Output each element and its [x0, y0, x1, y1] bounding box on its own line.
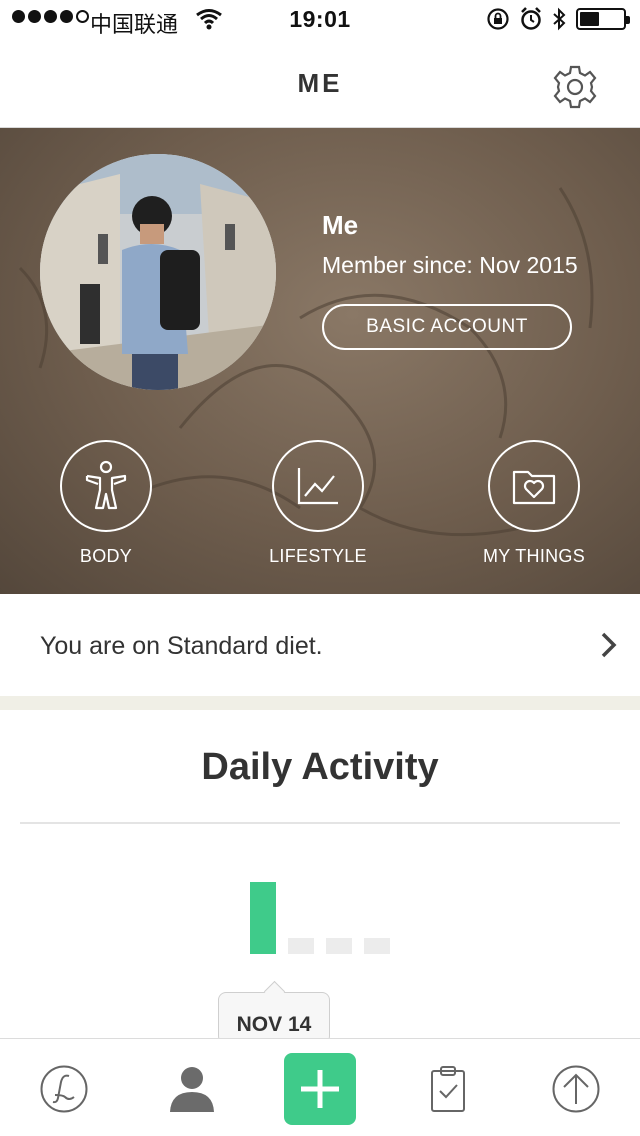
tab-plans[interactable]: [412, 1053, 484, 1125]
chart-bar[interactable]: [288, 938, 314, 954]
date-tooltip: NOV 14: [218, 992, 330, 1044]
lifesum-logo-icon: [40, 1065, 88, 1113]
upload-arrow-icon: [552, 1065, 600, 1113]
line-chart-icon: [297, 468, 338, 505]
profile-name: Me: [322, 210, 359, 240]
nav-bar: ME: [0, 40, 640, 128]
basic-account-button[interactable]: BASIC ACCOUNT: [322, 304, 572, 350]
avatar[interactable]: [40, 154, 276, 390]
chart-bar[interactable]: [250, 882, 276, 954]
battery-icon: [576, 8, 630, 30]
lifestyle-button[interactable]: LIFESTYLE: [228, 440, 408, 567]
body-button[interactable]: BODY: [16, 440, 196, 567]
section-divider: [0, 696, 640, 710]
diet-text: You are on Standard diet.: [40, 632, 323, 660]
section-title: Daily Activity: [201, 746, 439, 788]
gear-icon[interactable]: [552, 64, 598, 110]
activity-chart[interactable]: [250, 882, 400, 976]
person-icon: [170, 1067, 214, 1112]
rotation-lock-icon: [487, 8, 509, 30]
my-things-button[interactable]: MY THINGS: [444, 440, 624, 567]
tab-me[interactable]: [156, 1053, 228, 1125]
clipboard-check-icon: [431, 1066, 465, 1112]
lifestyle-label: LIFESTYLE: [269, 546, 367, 566]
body-figure-icon: [85, 460, 127, 510]
status-bar: 中国联通 19:01: [0, 0, 640, 40]
plus-icon: [301, 1070, 339, 1108]
bluetooth-icon: [553, 7, 566, 31]
body-label: BODY: [79, 546, 133, 566]
divider: [20, 822, 620, 824]
tab-upgrade[interactable]: [540, 1053, 612, 1125]
add-button[interactable]: [284, 1053, 356, 1125]
diet-row[interactable]: You are on Standard diet.: [0, 594, 640, 696]
chevron-right-icon: [601, 632, 617, 658]
profile-header: Me Member since: Nov 2015 BASIC ACCOUNT …: [0, 128, 640, 594]
my-things-label: MY THINGS: [482, 546, 586, 566]
daily-activity-section: Daily Activity NOV 14: [0, 710, 640, 1044]
tab-diary[interactable]: [28, 1053, 100, 1125]
selected-date: NOV 14: [236, 1013, 312, 1036]
heart-folder-icon: [512, 470, 556, 505]
alarm-icon: [521, 7, 541, 30]
chart-bar[interactable]: [326, 938, 352, 954]
chart-bar[interactable]: [364, 938, 390, 954]
member-since: Member since: Nov 2015: [322, 252, 578, 278]
page-title: ME: [297, 68, 343, 98]
tab-bar: [0, 1038, 640, 1136]
